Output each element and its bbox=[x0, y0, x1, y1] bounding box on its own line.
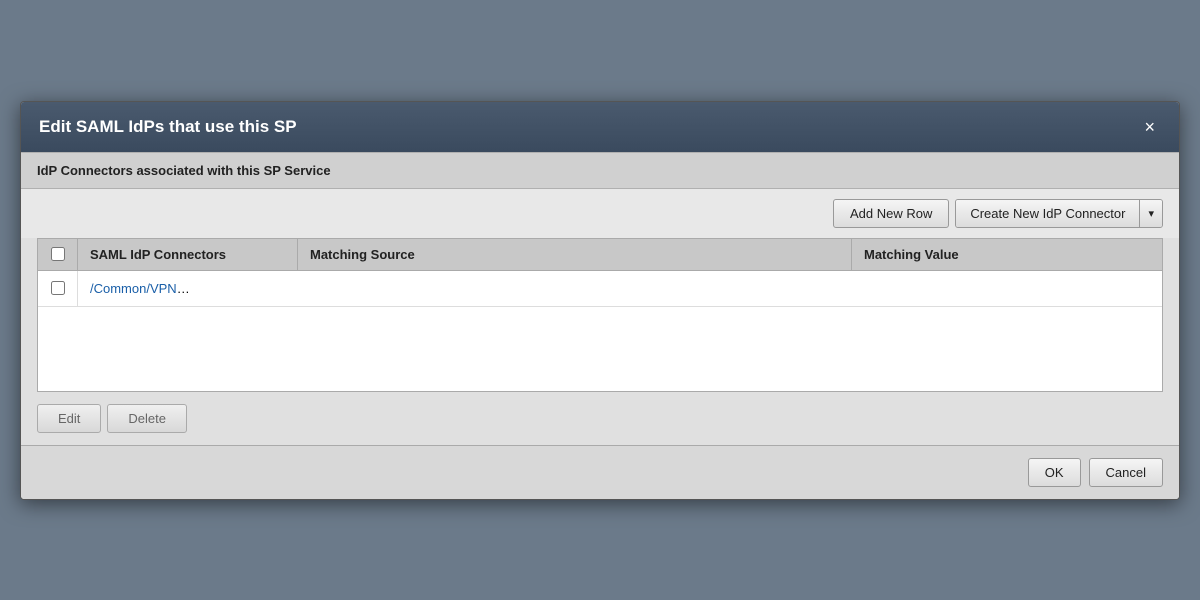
dialog-title: Edit SAML IdPs that use this SP bbox=[39, 117, 297, 137]
row-checkbox-cell bbox=[38, 271, 78, 306]
col-matching-source: Matching Source bbox=[298, 239, 852, 270]
dialog-footer: OK Cancel bbox=[21, 445, 1179, 499]
ok-button[interactable]: OK bbox=[1028, 458, 1081, 487]
bottom-buttons: Edit Delete bbox=[21, 392, 1179, 445]
table-body: /Common/VPN … bbox=[38, 271, 1162, 391]
cancel-button[interactable]: Cancel bbox=[1089, 458, 1163, 487]
col-saml-idp-connectors: SAML IdP Connectors bbox=[78, 239, 298, 270]
idp-connectors-table: SAML IdP Connectors Matching Source Matc… bbox=[37, 238, 1163, 392]
ellipsis: … bbox=[177, 281, 190, 296]
close-button[interactable]: × bbox=[1138, 116, 1161, 138]
section-header: IdP Connectors associated with this SP S… bbox=[21, 152, 1179, 189]
edit-button[interactable]: Edit bbox=[37, 404, 101, 433]
dialog-header: Edit SAML IdPs that use this SP × bbox=[21, 102, 1179, 152]
row-idp-connector-cell: /Common/VPN … bbox=[78, 271, 298, 306]
create-new-idp-dropdown[interactable]: Create New IdP Connector ▾ bbox=[955, 199, 1163, 228]
dialog-body: IdP Connectors associated with this SP S… bbox=[21, 152, 1179, 445]
add-new-row-button[interactable]: Add New Row bbox=[833, 199, 949, 228]
create-new-idp-button[interactable]: Create New IdP Connector bbox=[956, 200, 1140, 227]
toolbar: Add New Row Create New IdP Connector ▾ bbox=[21, 189, 1179, 238]
idp-connector-link[interactable]: /Common/VPN bbox=[90, 281, 177, 296]
table-row: /Common/VPN … bbox=[38, 271, 1162, 307]
delete-button[interactable]: Delete bbox=[107, 404, 187, 433]
table-header: SAML IdP Connectors Matching Source Matc… bbox=[38, 239, 1162, 271]
row-matching-source-cell bbox=[298, 271, 730, 306]
row-matching-value-cell bbox=[730, 271, 1162, 306]
col-matching-value: Matching Value bbox=[852, 239, 1162, 270]
row-checkbox[interactable] bbox=[51, 281, 65, 295]
create-new-idp-dropdown-arrow[interactable]: ▾ bbox=[1140, 200, 1162, 227]
edit-saml-idps-dialog: Edit SAML IdPs that use this SP × IdP Co… bbox=[20, 101, 1180, 500]
header-checkbox-cell bbox=[38, 239, 78, 270]
header-checkbox[interactable] bbox=[51, 247, 65, 261]
